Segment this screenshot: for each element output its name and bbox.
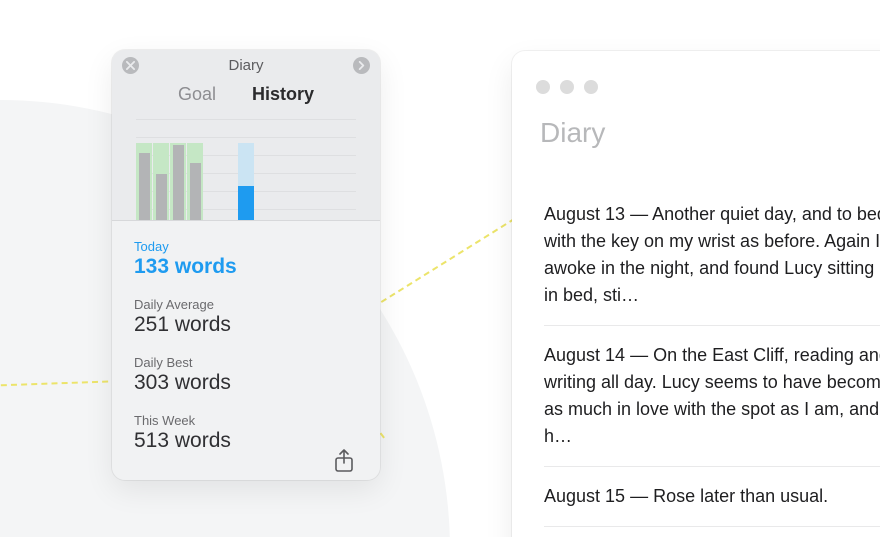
stat-average: Daily Average 251 words xyxy=(134,297,358,337)
entry[interactable]: August 15 — Rose later than usual. xyxy=(544,467,880,527)
stat-label: This Week xyxy=(134,413,358,428)
window-minimize-button[interactable] xyxy=(560,80,574,94)
entry[interactable]: August 13 — Another quiet day, and to be… xyxy=(544,201,880,326)
window-zoom-button[interactable] xyxy=(584,80,598,94)
tab-history[interactable]: History xyxy=(252,84,314,105)
tab-goal[interactable]: Goal xyxy=(178,84,216,105)
share-button[interactable] xyxy=(334,449,354,473)
stat-value: 133 words xyxy=(134,255,358,279)
document-title: Diary xyxy=(540,117,605,149)
stat-value: 251 words xyxy=(134,313,358,337)
close-button[interactable] xyxy=(122,57,139,74)
stats-panel: Diary Goal History Today 133 words Daily… xyxy=(112,50,380,480)
history-chart xyxy=(112,115,380,221)
stat-value: 513 words xyxy=(134,429,358,453)
arrow-right-icon xyxy=(357,61,366,70)
stat-week: This Week 513 words xyxy=(134,413,358,453)
next-button[interactable] xyxy=(353,57,370,74)
entry[interactable]: August 14 — On the East Cliff, reading a… xyxy=(544,326,880,467)
stats-tabs: Goal History xyxy=(112,80,380,115)
stat-label: Daily Average xyxy=(134,297,358,312)
stat-label: Today xyxy=(134,239,358,254)
window-close-button[interactable] xyxy=(536,80,550,94)
stats-list: Today 133 words Daily Average 251 words … xyxy=(112,221,380,480)
stats-titlebar: Diary xyxy=(112,50,380,80)
stat-today: Today 133 words xyxy=(134,239,358,279)
stats-title: Diary xyxy=(228,57,263,74)
entries-list: August 13 — Another quiet day, and to be… xyxy=(544,201,880,527)
close-icon xyxy=(126,61,135,70)
document-window: Diary August 13 — Another quiet day, and… xyxy=(512,51,880,537)
stat-value: 303 words xyxy=(134,371,358,395)
stat-label: Daily Best xyxy=(134,355,358,370)
share-icon xyxy=(334,449,354,473)
stat-best: Daily Best 303 words xyxy=(134,355,358,395)
window-controls xyxy=(536,80,598,94)
